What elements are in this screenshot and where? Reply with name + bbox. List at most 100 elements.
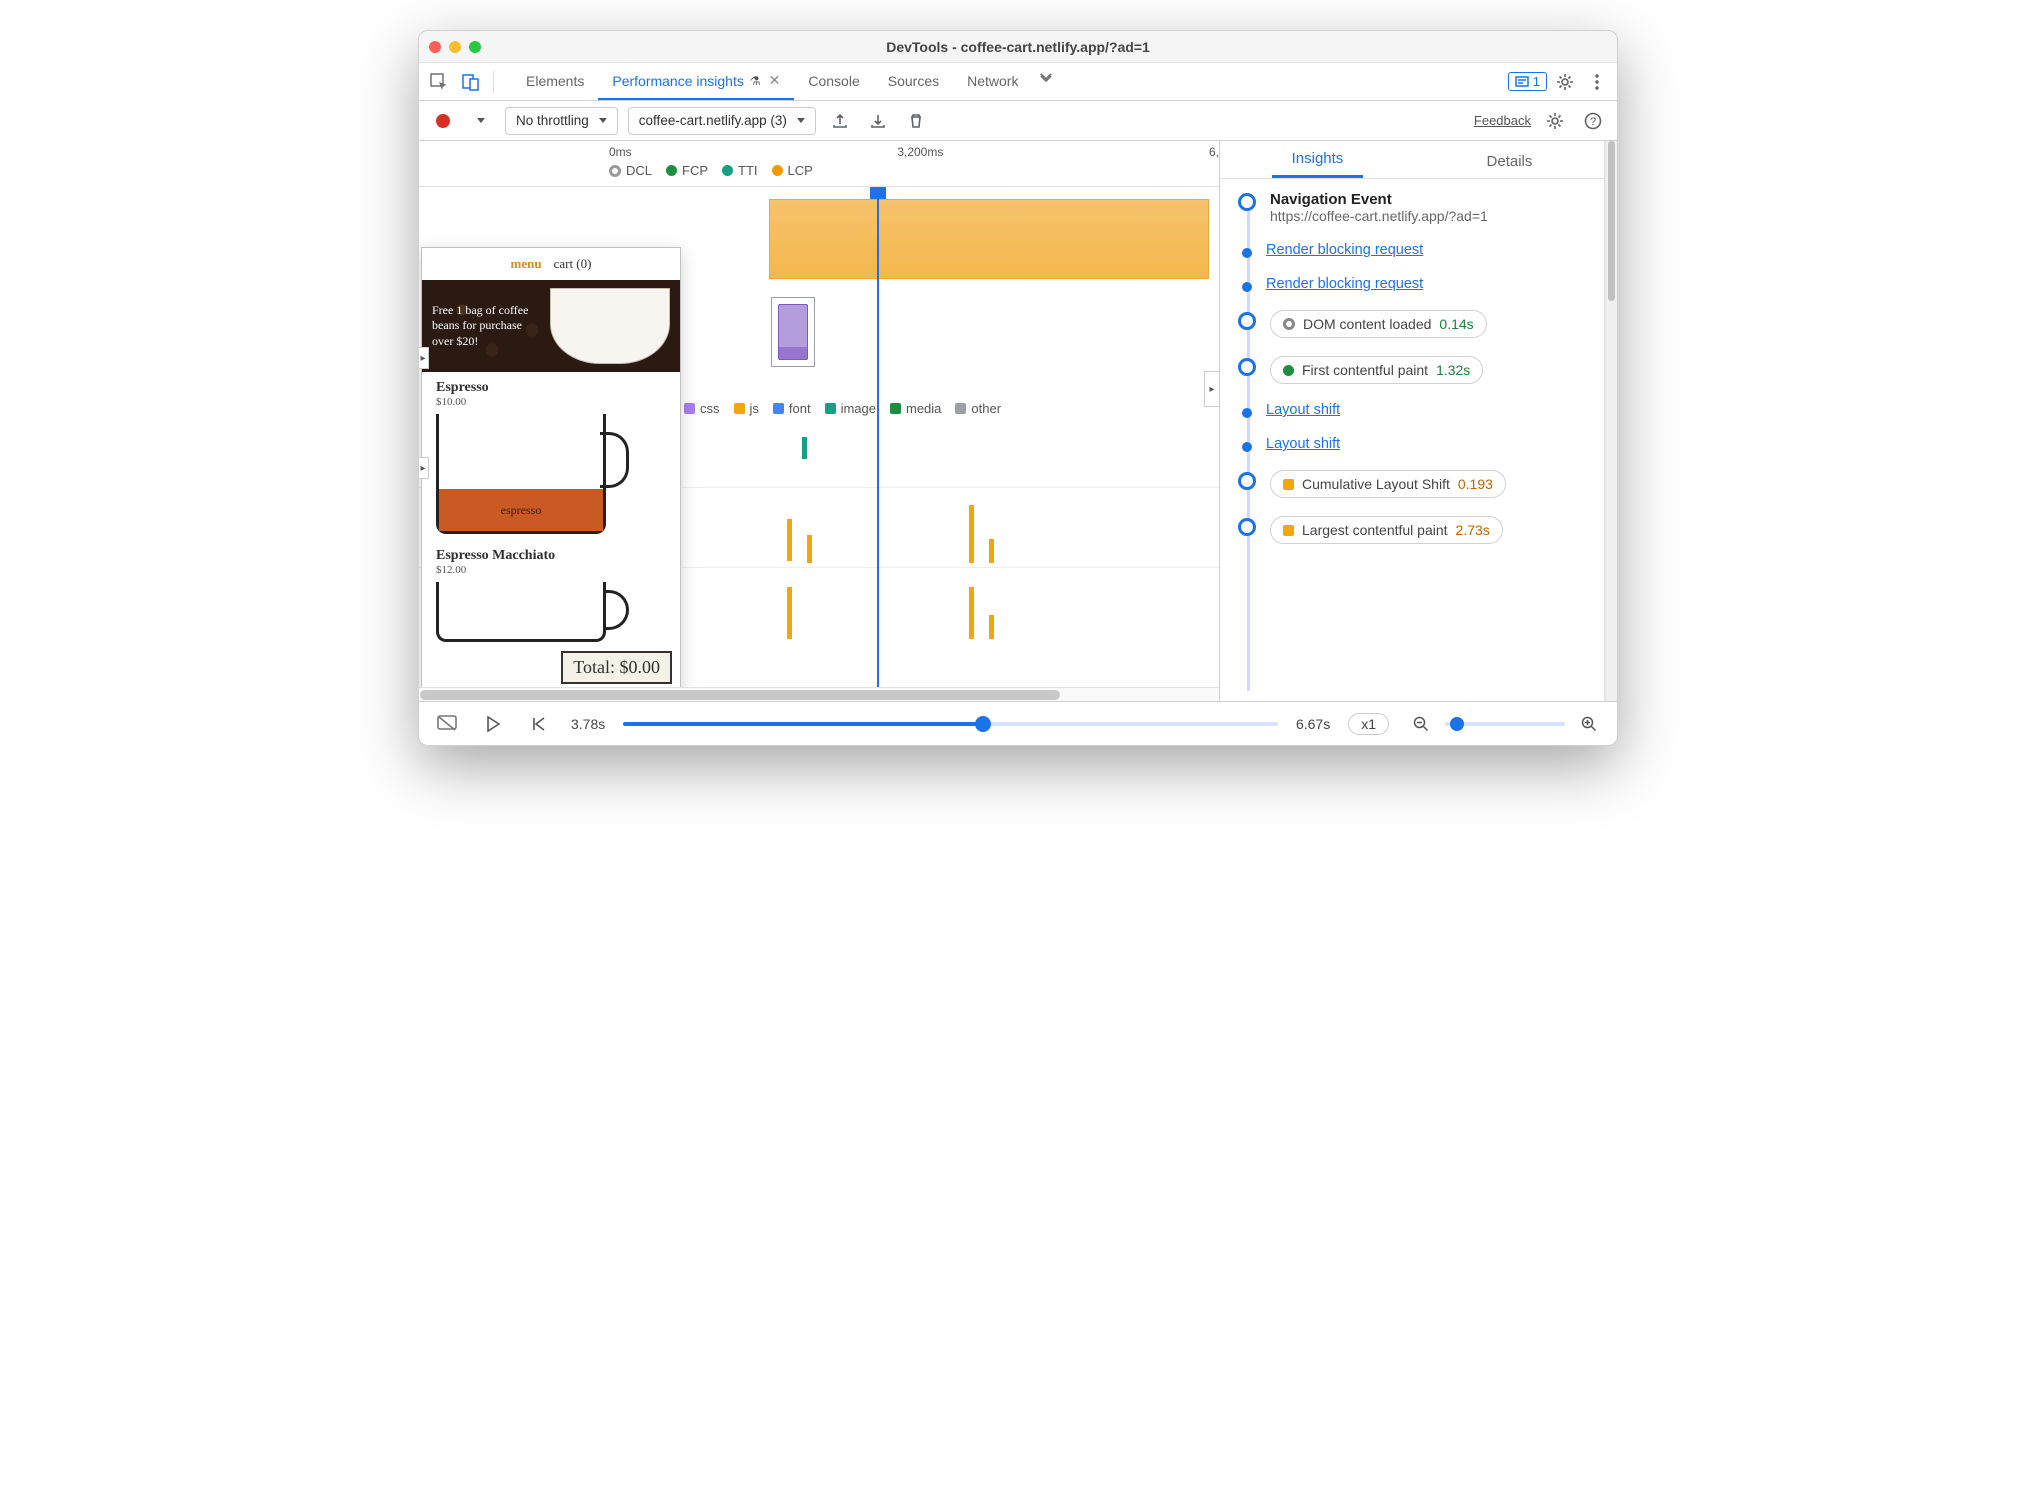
close-window-button[interactable] (429, 41, 441, 53)
metric-marker-icon (1283, 525, 1294, 536)
device-toolbar-icon[interactable] (457, 68, 485, 96)
axis-tick: 6, (1209, 145, 1219, 159)
metric-marker-icon (1283, 318, 1295, 330)
insight-dcl[interactable]: DOM content loaded 0.14s (1238, 310, 1592, 338)
legend-tti: TTI (722, 163, 758, 178)
timeline-event[interactable] (989, 539, 994, 563)
playhead[interactable] (877, 187, 879, 687)
insight-render-blocking[interactable]: Render blocking request (1238, 242, 1592, 258)
close-tab-icon[interactable]: ✕ (769, 72, 781, 89)
timeline-node-icon (1238, 312, 1256, 330)
timeline-event[interactable] (989, 615, 994, 639)
duration: 6.67s (1296, 716, 1330, 732)
maximize-window-button[interactable] (469, 41, 481, 53)
record-button[interactable] (429, 107, 457, 135)
filmstrip-preview: menu cart (0) Free 1 bag of coffee beans… (421, 247, 681, 687)
help-icon[interactable]: ? (1579, 107, 1607, 135)
playback-footer: 3.78s 6.67s x1 (419, 701, 1617, 745)
tab-console[interactable]: Console (794, 63, 873, 100)
insight-cls[interactable]: Cumulative Layout Shift 0.193 (1238, 470, 1592, 498)
tab-network[interactable]: Network (953, 63, 1032, 100)
timeline-dot-icon (1242, 442, 1252, 452)
tab-elements[interactable]: Elements (512, 63, 598, 100)
speed-button[interactable]: x1 (1348, 713, 1389, 735)
preview-total: Total: $0.00 (561, 651, 672, 684)
delete-icon[interactable] (902, 107, 930, 135)
time-axis: 0ms 3,200ms 6, DCL FCP TTI LCP (419, 141, 1219, 187)
zoom-slider[interactable] (1445, 722, 1565, 726)
recording-select[interactable]: coffee-cart.netlify.app (3) (628, 107, 816, 135)
expand-track-button[interactable]: ▸ (419, 457, 429, 479)
feedback-link[interactable]: Feedback (1474, 113, 1531, 128)
current-time: 3.78s (571, 716, 605, 732)
horizontal-scrollbar[interactable] (419, 687, 1219, 701)
preview-mug-icon: espresso (436, 414, 606, 534)
timeline-event[interactable] (969, 587, 974, 639)
timeline-event[interactable] (802, 437, 807, 459)
axis-tick: 0ms (609, 145, 632, 159)
expand-track-button[interactable]: ▸ (419, 347, 429, 369)
import-icon[interactable] (864, 107, 892, 135)
window-title: DevTools - coffee-cart.netlify.app/?ad=1 (419, 39, 1617, 55)
issues-badge[interactable]: 1 (1508, 72, 1547, 91)
insight-fcp[interactable]: First contentful paint 1.32s (1238, 356, 1592, 384)
metric-marker-icon (1283, 365, 1294, 376)
tab-sources[interactable]: Sources (874, 63, 953, 100)
svg-text:?: ? (1590, 116, 1596, 128)
timeline-node-icon (1238, 358, 1256, 376)
timeline-event[interactable] (787, 519, 792, 561)
side-tab-insights[interactable]: Insights (1272, 150, 1364, 178)
insight-layout-shift[interactable]: Layout shift (1238, 436, 1592, 452)
step-back-button[interactable] (525, 710, 553, 738)
timeline-node-icon (1238, 518, 1256, 536)
tab-performance-insights[interactable]: Performance insights ⚗︎ ✕ (598, 63, 794, 100)
legend-lcp: LCP (772, 163, 813, 178)
panel-tabstrip: Elements Performance insights ⚗︎ ✕ Conso… (419, 63, 1617, 101)
kebab-icon[interactable] (1583, 68, 1611, 96)
legend-fcp: FCP (666, 163, 708, 178)
timeline-node-icon (1238, 193, 1256, 211)
panel-settings-icon[interactable] (1541, 107, 1569, 135)
insight-layout-shift[interactable]: Layout shift (1238, 402, 1592, 418)
record-menu-button[interactable] (467, 107, 495, 135)
preview-item-name: Espresso Macchiato (436, 548, 666, 564)
screencast-icon[interactable] (433, 710, 461, 738)
more-tabs-icon[interactable] (1032, 63, 1060, 91)
timeline-event[interactable] (969, 505, 974, 563)
axis-tick: 3,200ms (897, 145, 943, 159)
zoom-in-icon[interactable] (1575, 710, 1603, 738)
vertical-scrollbar[interactable] (1605, 141, 1617, 701)
zoom-out-icon[interactable] (1407, 710, 1435, 738)
inspect-element-icon[interactable] (425, 68, 453, 96)
export-icon[interactable] (826, 107, 854, 135)
timeline-pane[interactable]: 0ms 3,200ms 6, DCL FCP TTI LCP ▸ ▸ (419, 141, 1220, 701)
flask-icon: ⚗︎ (750, 74, 761, 88)
main-thread-block[interactable] (769, 199, 1209, 279)
insight-render-blocking[interactable]: Render blocking request (1238, 276, 1592, 292)
throttling-select[interactable]: No throttling (505, 107, 618, 135)
preview-item-price: $10.00 (436, 396, 666, 408)
collapse-sidebar-button[interactable]: ▸ (1204, 371, 1220, 407)
minimize-window-button[interactable] (449, 41, 461, 53)
titlebar: DevTools - coffee-cart.netlify.app/?ad=1 (419, 31, 1617, 63)
timeline-tracks[interactable]: ▸ ▸ css js font image media other (419, 187, 1219, 687)
timeline-node-icon (1238, 472, 1256, 490)
time-slider[interactable] (623, 722, 1278, 726)
preview-cart: cart (0) (554, 256, 592, 272)
preview-item-name: Espresso (436, 380, 666, 396)
side-tab-details[interactable]: Details (1467, 153, 1553, 178)
timeline-event[interactable] (807, 535, 812, 563)
insights-pane: Insights Details Navigation Event https:… (1220, 141, 1605, 701)
insight-lcp[interactable]: Largest contentful paint 2.73s (1238, 516, 1592, 544)
legend-dcl: DCL (609, 163, 652, 178)
insight-nav-event[interactable]: Navigation Event https://coffee-cart.net… (1238, 191, 1592, 224)
gear-icon[interactable] (1551, 68, 1579, 96)
timeline-dot-icon (1242, 408, 1252, 418)
perf-toolbar: No throttling coffee-cart.netlify.app (3… (419, 101, 1617, 141)
preview-item-price: $12.00 (436, 564, 666, 576)
timeline-event[interactable] (787, 587, 792, 639)
play-button[interactable] (479, 710, 507, 738)
preview-banner: Free 1 bag of coffee beans for purchase … (422, 280, 680, 372)
filmstrip-frame[interactable] (771, 297, 815, 367)
timeline-dot-icon (1242, 282, 1252, 292)
